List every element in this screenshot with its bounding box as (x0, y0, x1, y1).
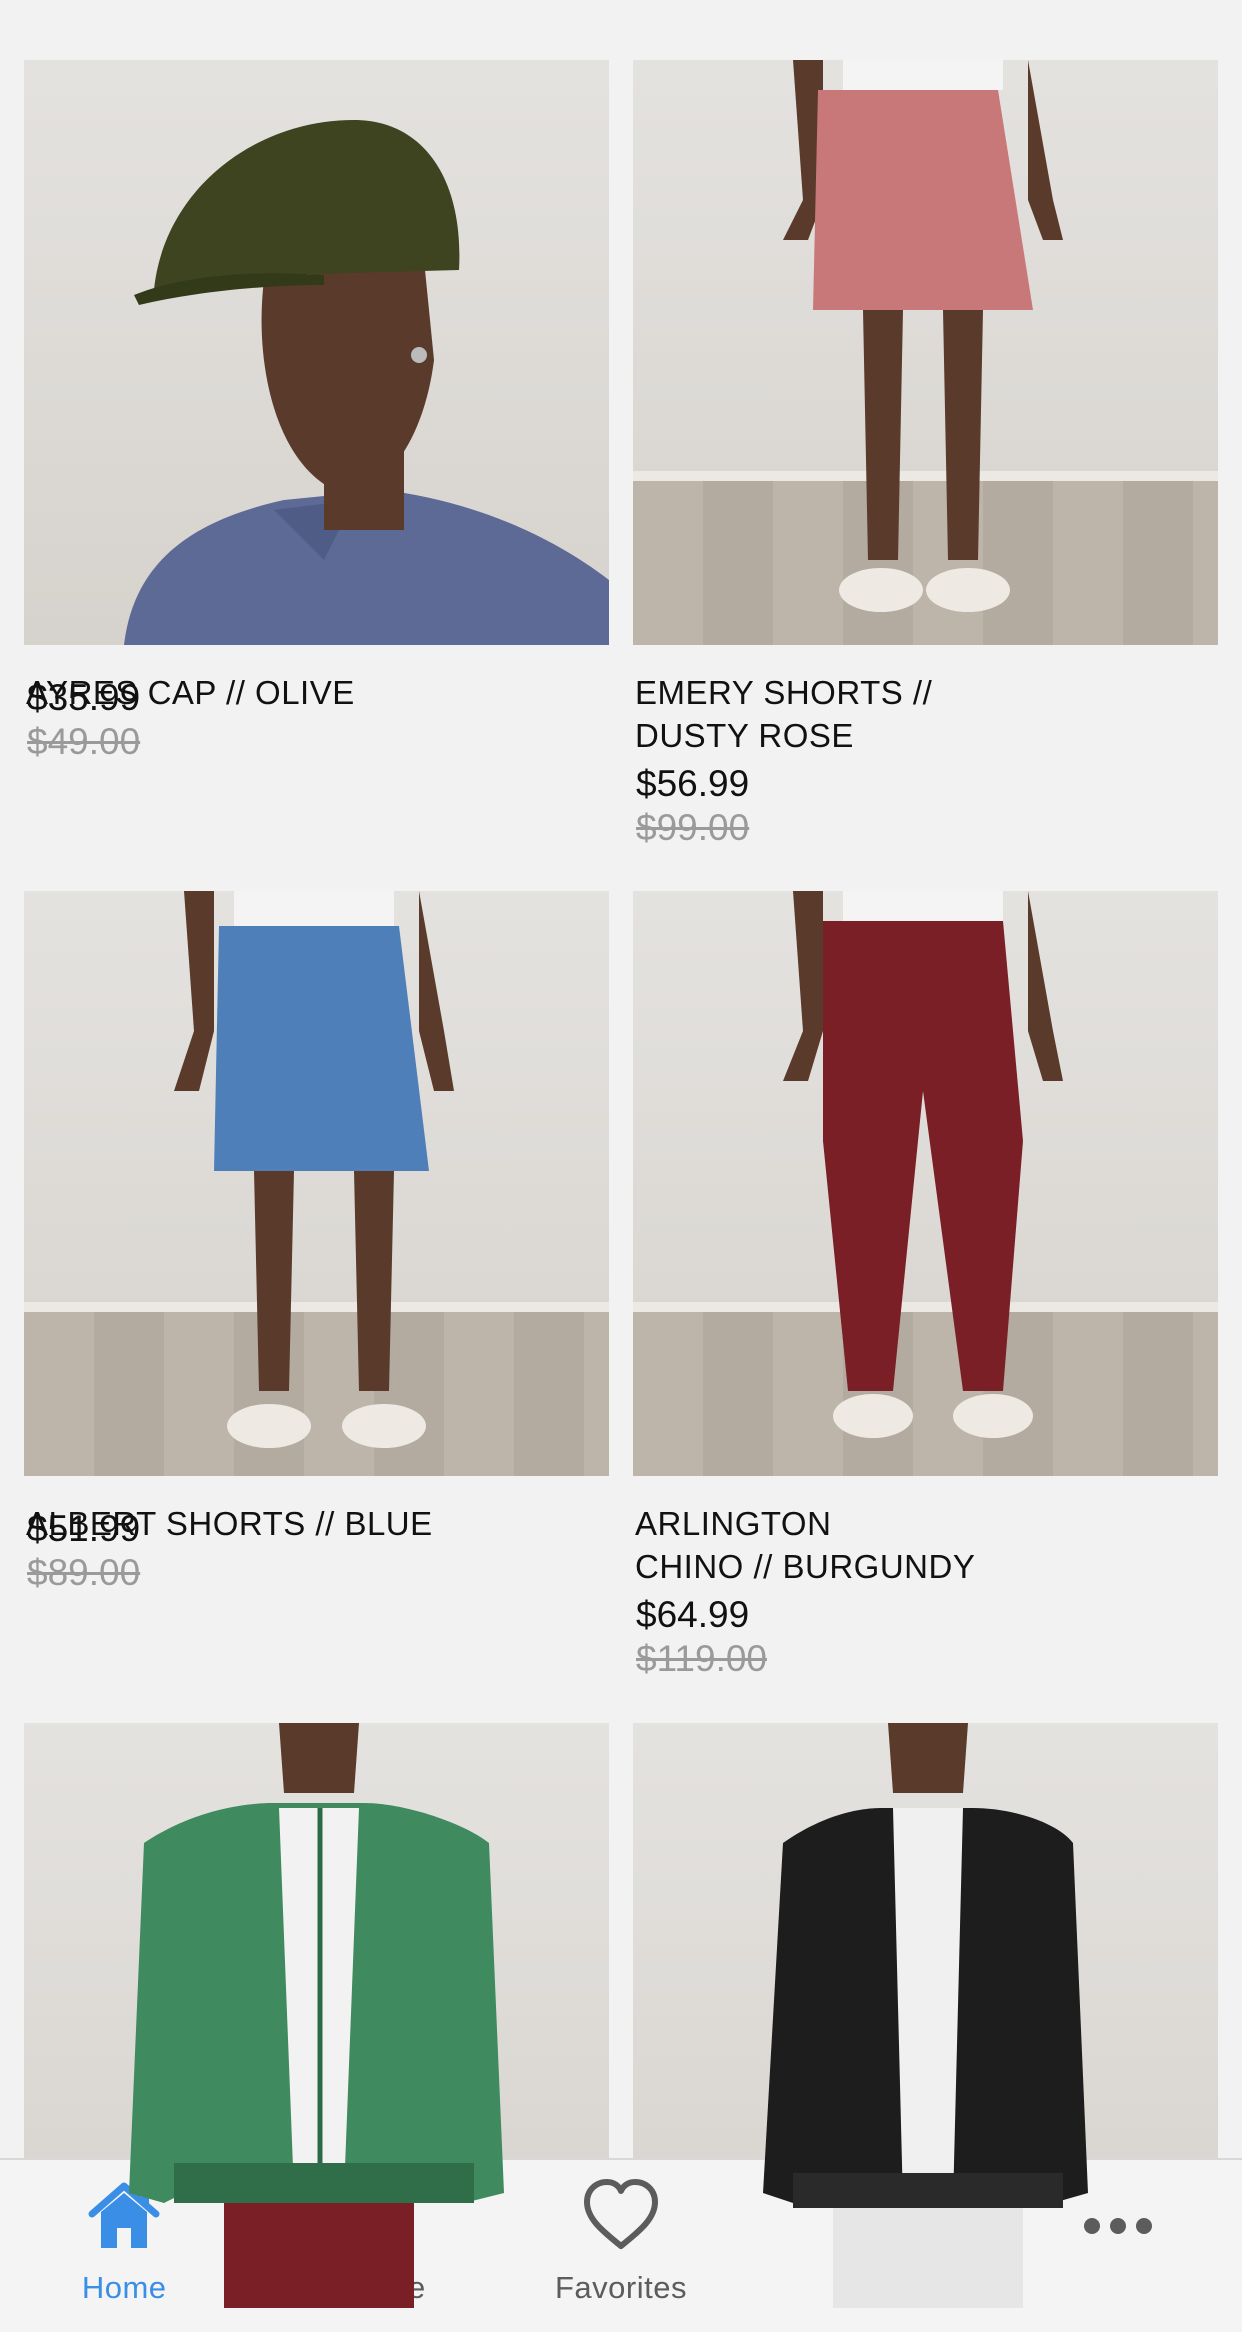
product-image[interactable] (24, 1723, 609, 2308)
sale-price: $56.99 (636, 763, 750, 804)
original-price: $119.00 (636, 1638, 767, 1679)
product-name-line: EMERY SHORTS // (635, 674, 933, 711)
original-price: $99.00 (636, 807, 750, 848)
product-name-line: DUSTY ROSE (635, 717, 854, 754)
product-name-line: CHINO // BURGUNDY (635, 1548, 976, 1585)
product-card[interactable]: EMERY SHORTS // DUSTY ROSE $56.99 $99.00 (633, 60, 1218, 849)
product-image[interactable] (24, 891, 609, 1476)
product-card[interactable] (24, 1723, 609, 2308)
original-price: $49.00 (27, 721, 141, 762)
product-name-line: ARLINGTON (635, 1505, 832, 1542)
product-name[interactable]: ARLINGTON CHINO // BURGUNDY (635, 1502, 1218, 1588)
sale-price: $64.99 (636, 1594, 750, 1635)
product-image[interactable] (24, 60, 609, 645)
product-name[interactable]: EMERY SHORTS // DUSTY ROSE (635, 671, 1218, 757)
product-image[interactable] (633, 60, 1218, 645)
original-price: $89.00 (27, 1552, 141, 1593)
product-card[interactable]: ARLINGTON CHINO // BURGUNDY $64.99 $119.… (633, 891, 1218, 1680)
product-card[interactable]: AYRES CAP // OLIVE $35.99 $49.00 (24, 60, 609, 763)
product-image[interactable] (633, 1723, 1218, 2308)
product-card[interactable] (633, 1723, 1218, 2308)
product-card[interactable]: ALBERT SHORTS // BLUE $51.99 $89.00 (24, 891, 609, 1594)
product-image[interactable] (633, 891, 1218, 1476)
